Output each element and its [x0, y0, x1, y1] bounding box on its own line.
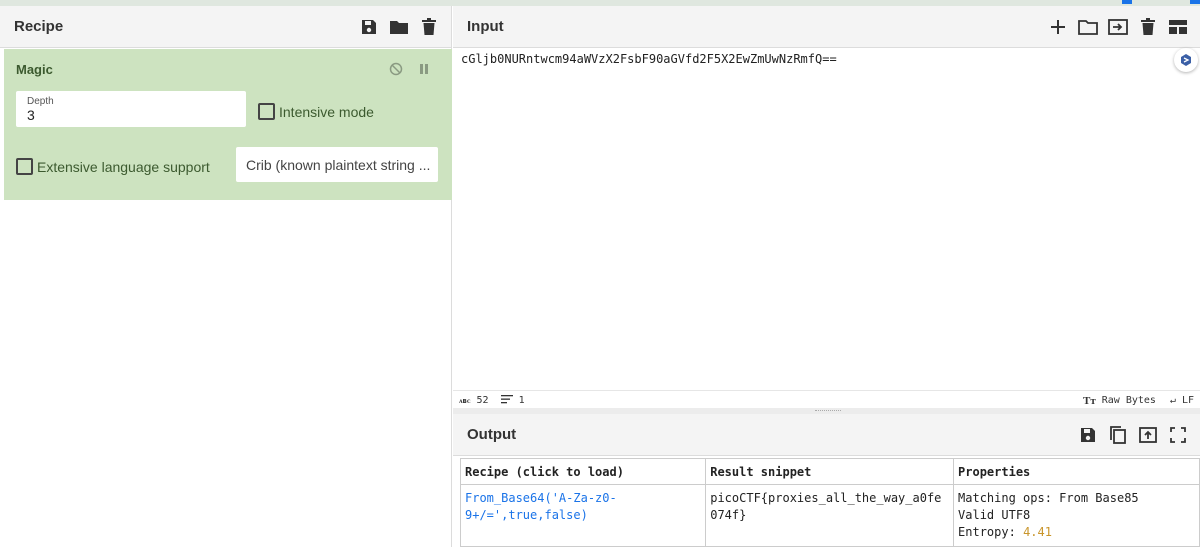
properties-cell: Matching ops: From Base85 Valid UTF8 Ent…	[953, 484, 1200, 547]
fullscreen-icon[interactable]	[1168, 425, 1188, 445]
eol-icon[interactable]: ↵	[1170, 395, 1176, 406]
progress-indicator	[1050, 0, 1200, 4]
recipe-pane: Recipe Magic Depth 3 Intensive mode Exte…	[0, 6, 452, 547]
input-textarea[interactable]: cGljb0NURntwcm94aWVzX2FsbF90aGVfd2F5X2Ew…	[461, 52, 837, 66]
crib-input[interactable]: Crib (known plaintext string ...	[236, 147, 438, 182]
recipe-title: Recipe	[14, 18, 64, 35]
save-icon[interactable]	[359, 17, 379, 37]
trash-icon[interactable]	[419, 17, 439, 37]
input-length: 52	[476, 395, 489, 406]
operation-name: Magic	[16, 62, 53, 77]
checkbox-box[interactable]	[16, 158, 33, 175]
output-pane: Output Recipe (click to load) Result sni…	[453, 414, 1200, 547]
input-pane: Input cGljb0NURntwcm94aWVzX2FsbF90aGVfd2…	[453, 6, 1200, 410]
magic-operation[interactable]: Magic Depth 3 Intensive mode Extensive l…	[4, 49, 452, 200]
extensive-language-label: Extensive language support	[37, 158, 210, 175]
replace-input-icon[interactable]	[1138, 425, 1158, 445]
recipe-header: Recipe	[0, 6, 451, 48]
input-title: Input	[467, 18, 504, 35]
col-result-header: Result snippet	[705, 458, 955, 485]
col-properties-header: Properties	[953, 458, 1200, 485]
open-folder-icon[interactable]	[1078, 17, 1098, 37]
intensive-mode-label: Intensive mode	[279, 103, 374, 120]
magic-wand-button[interactable]	[1174, 48, 1198, 72]
recipe-cell[interactable]: From_Base64('A-Za-z0- 9+/=',true,false)	[459, 484, 707, 547]
input-lines: 1	[518, 395, 525, 406]
col-recipe-header: Recipe (click to load)	[459, 458, 707, 485]
encoding-selector[interactable]: Raw Bytes	[1102, 395, 1156, 406]
intensive-mode-checkbox[interactable]: Intensive mode	[258, 103, 374, 120]
recipe-link-line1[interactable]: From_Base64('A-Za-z0-	[465, 490, 701, 507]
depth-label: Depth	[27, 96, 54, 107]
magic-results-table: Recipe (click to load) Result snippet Pr…	[459, 458, 1200, 547]
output-header: Output	[453, 414, 1200, 456]
property-matching-ops: Matching ops: From Base85	[958, 491, 1139, 505]
depth-value: 3	[27, 107, 35, 123]
result-line2: 074f}	[710, 508, 747, 522]
property-valid-utf8: Valid UTF8	[958, 508, 1031, 522]
table-row: From_Base64('A-Za-z0- 9+/=',true,false) …	[459, 484, 1200, 547]
layout-icon[interactable]	[1168, 17, 1188, 37]
copy-icon[interactable]	[1108, 425, 1128, 445]
entropy-label: Entropy:	[958, 525, 1024, 539]
clear-trash-icon[interactable]	[1138, 17, 1158, 37]
folder-icon[interactable]	[389, 17, 409, 37]
extensive-language-checkbox[interactable]: Extensive language support	[16, 158, 210, 175]
eol-selector[interactable]: LF	[1182, 395, 1194, 406]
save-output-icon[interactable]	[1078, 425, 1098, 445]
add-icon[interactable]	[1048, 17, 1068, 37]
checkbox-box[interactable]	[258, 103, 275, 120]
recipe-link-line2[interactable]: 9+/=',true,false)	[465, 507, 701, 524]
output-title: Output	[467, 426, 517, 443]
input-header: Input	[453, 6, 1200, 48]
length-icon: ᴀʙᴄ	[459, 396, 471, 405]
depth-field[interactable]: Depth 3	[16, 91, 246, 127]
pause-icon[interactable]	[416, 61, 432, 77]
disable-icon[interactable]	[388, 61, 404, 77]
lines-icon	[500, 394, 513, 407]
input-status-bar: ᴀʙᴄ 52 1 Tт Raw Bytes ↵ LF	[453, 390, 1200, 410]
property-entropy: Entropy: 4.41	[958, 524, 1195, 541]
open-file-icon[interactable]	[1108, 17, 1128, 37]
result-cell: picoCTF{proxies_all_the_way_a0fe 074f}	[705, 484, 955, 547]
result-line1: picoCTF{proxies_all_the_way_a0fe	[710, 491, 942, 505]
entropy-value: 4.41	[1023, 525, 1052, 539]
text-format-icon[interactable]: Tт	[1083, 395, 1096, 407]
